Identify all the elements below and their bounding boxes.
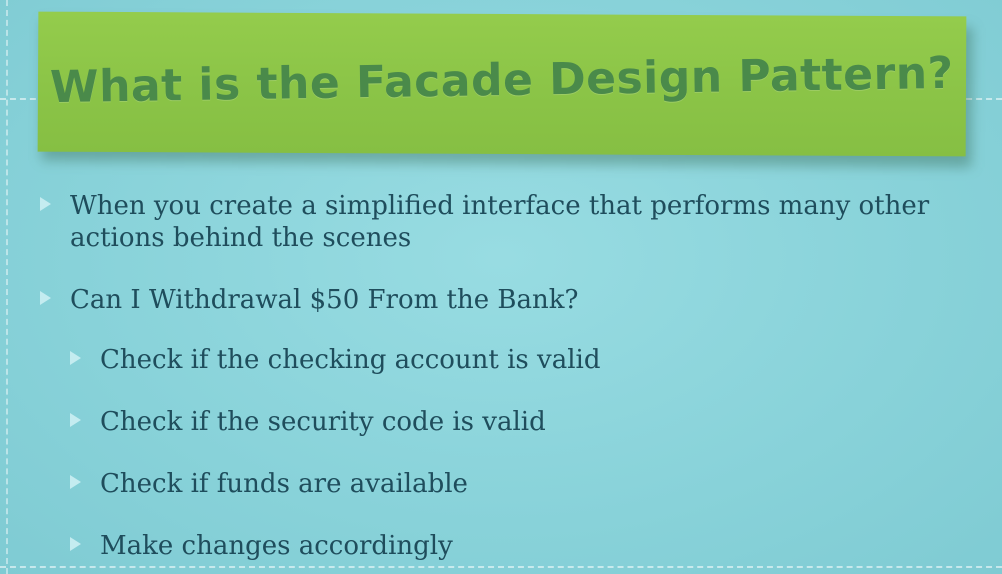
stitch-border-bottom bbox=[0, 566, 1002, 568]
triangle-right-icon bbox=[70, 413, 81, 427]
bullet-item: When you create a simplified interface t… bbox=[40, 190, 960, 254]
sub-bullet-item: Check if the checking account is valid bbox=[40, 344, 960, 376]
triangle-right-icon bbox=[40, 197, 51, 211]
sub-bullet-item: Check if funds are available bbox=[40, 468, 960, 500]
bullet-text: Can I Withdrawal $50 From the Bank? bbox=[70, 285, 579, 315]
bullet-text: Check if the security code is valid bbox=[100, 407, 546, 437]
stitch-border-left bbox=[6, 0, 8, 574]
triangle-right-icon bbox=[70, 351, 81, 365]
bullet-item: Can I Withdrawal $50 From the Bank? bbox=[40, 284, 960, 316]
bullet-text: Check if the checking account is valid bbox=[100, 345, 601, 375]
bullet-text: Check if funds are available bbox=[100, 469, 468, 499]
triangle-right-icon bbox=[40, 291, 51, 305]
sub-bullet-item: Make changes accordingly bbox=[40, 530, 960, 562]
bullet-text: Make changes accordingly bbox=[100, 531, 453, 561]
title-banner: What is the Facade Design Pattern? bbox=[37, 11, 967, 157]
bullet-list: When you create a simplified interface t… bbox=[40, 190, 960, 562]
sub-bullet-item: Check if the security code is valid bbox=[40, 406, 960, 438]
slide-title: What is the Facade Design Pattern? bbox=[49, 47, 955, 113]
slide: What is the Facade Design Pattern? When … bbox=[0, 0, 1002, 574]
triangle-right-icon bbox=[70, 475, 81, 489]
bullet-text: When you create a simplified interface t… bbox=[70, 191, 930, 253]
triangle-right-icon bbox=[70, 537, 81, 551]
